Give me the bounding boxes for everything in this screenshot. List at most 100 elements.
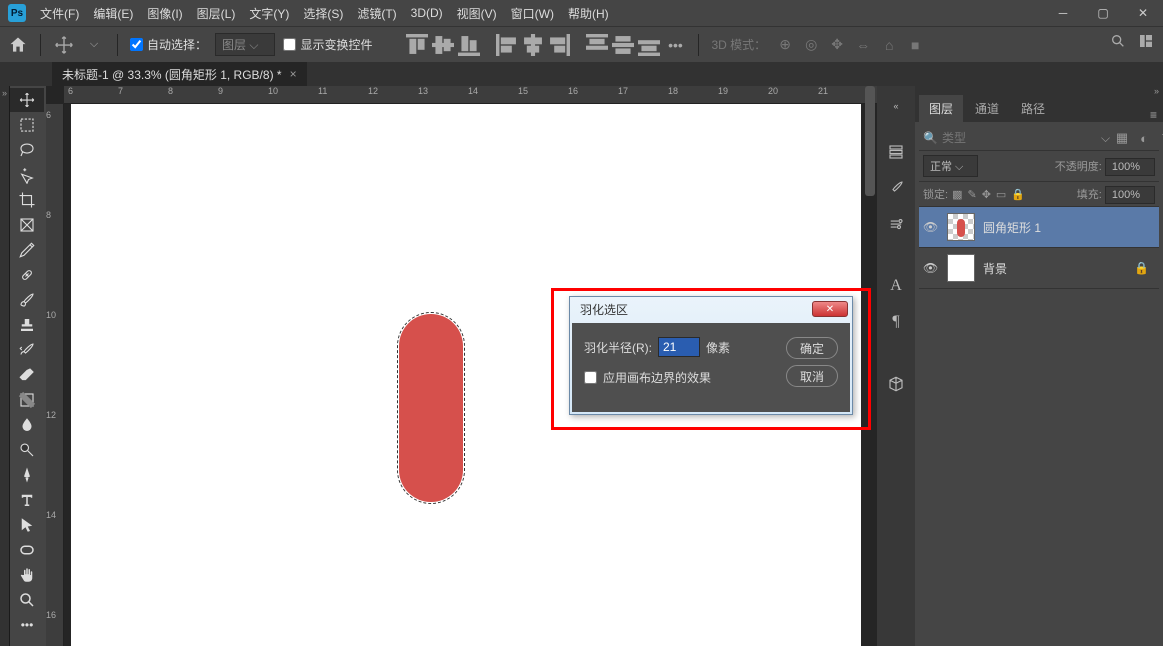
dialog-close-button[interactable]: ✕ bbox=[812, 301, 848, 317]
hand-tool[interactable] bbox=[10, 563, 44, 587]
3d-camera-icon[interactable]: ■ bbox=[904, 34, 926, 56]
layer-thumbnail[interactable] bbox=[947, 213, 975, 241]
auto-select-target[interactable]: 图层 ⌵ bbox=[215, 33, 275, 56]
ok-button[interactable]: 确定 bbox=[786, 337, 838, 359]
align-right-icon[interactable] bbox=[548, 34, 570, 56]
move-tool[interactable] bbox=[10, 88, 44, 112]
menu-image[interactable]: 图像(I) bbox=[147, 5, 182, 22]
menu-filter[interactable]: 滤镜(T) bbox=[357, 5, 396, 22]
lasso-tool[interactable] bbox=[10, 138, 44, 162]
apply-canvas-checkbox[interactable]: 应用画布边界的效果 bbox=[584, 369, 776, 386]
layer-filter-input[interactable] bbox=[942, 131, 1097, 145]
3d-orbit-icon[interactable]: ⊕ bbox=[774, 34, 796, 56]
panel-menu-icon[interactable]: ≡ bbox=[1150, 108, 1157, 122]
window-maximize[interactable]: ▢ bbox=[1083, 0, 1123, 26]
3d-panel-icon[interactable] bbox=[884, 372, 908, 396]
layer-thumbnail[interactable] bbox=[947, 254, 975, 282]
align-left-icon[interactable] bbox=[496, 34, 518, 56]
quick-select-tool[interactable] bbox=[10, 163, 44, 187]
window-close[interactable]: ✕ bbox=[1123, 0, 1163, 26]
rounded-rect-shape[interactable] bbox=[399, 314, 463, 502]
auto-select-checkbox[interactable]: 自动选择： bbox=[130, 36, 207, 53]
lock-all-icon[interactable]: 🔒 bbox=[1011, 188, 1025, 201]
dock-expand-icon[interactable]: « bbox=[884, 94, 908, 118]
menu-view[interactable]: 视图(V) bbox=[457, 5, 497, 22]
dist-vcenter-icon[interactable] bbox=[612, 34, 634, 56]
document-tab[interactable]: 未标题-1 @ 33.3% (圆角矩形 1, RGB/8) * × bbox=[52, 62, 307, 87]
more-tools[interactable]: ••• bbox=[10, 613, 44, 637]
radius-input[interactable] bbox=[658, 337, 700, 357]
marquee-tool[interactable] bbox=[10, 113, 44, 137]
gradient-tool[interactable] bbox=[10, 388, 44, 412]
dist-bottom-icon[interactable] bbox=[638, 34, 660, 56]
3d-pan-icon[interactable]: ✥ bbox=[826, 34, 848, 56]
cancel-button[interactable]: 取消 bbox=[786, 365, 838, 387]
menu-3d[interactable]: 3D(D) bbox=[411, 6, 443, 20]
align-hcenter-icon[interactable] bbox=[522, 34, 544, 56]
move-tool-icon[interactable] bbox=[53, 34, 75, 56]
dist-top-icon[interactable] bbox=[586, 34, 608, 56]
pen-tool[interactable] bbox=[10, 463, 44, 487]
menu-layer[interactable]: 图层(L) bbox=[197, 5, 236, 22]
lock-brush-icon[interactable]: ✎ bbox=[967, 188, 976, 201]
properties-panel-icon[interactable] bbox=[884, 212, 908, 236]
vertical-scrollbar[interactable] bbox=[865, 86, 875, 196]
filter-type-icon[interactable]: T bbox=[1158, 130, 1163, 146]
filter-adjust-icon[interactable]: ◐ bbox=[1136, 130, 1152, 146]
tab-layers[interactable]: 图层 bbox=[919, 95, 963, 122]
more-align-icon[interactable]: ••• bbox=[664, 34, 686, 56]
search-icon[interactable] bbox=[1105, 28, 1131, 54]
lock-icon[interactable]: 🔒 bbox=[1134, 261, 1149, 275]
align-bottom-icon[interactable] bbox=[458, 34, 480, 56]
brushes-panel-icon[interactable] bbox=[884, 176, 908, 200]
shape-tool[interactable] bbox=[10, 538, 44, 562]
panel-collapse-icon[interactable]: » bbox=[1154, 86, 1159, 96]
healing-tool[interactable] bbox=[10, 263, 44, 287]
menu-window[interactable]: 窗口(W) bbox=[511, 5, 554, 22]
tab-close-icon[interactable]: × bbox=[290, 67, 297, 81]
layer-row[interactable]: 👁 背景 🔒 bbox=[919, 248, 1159, 289]
character-panel-icon[interactable]: A bbox=[884, 274, 908, 298]
feather-dialog[interactable]: 羽化选区 ✕ 羽化半径(R): 像素 应用画布边界的效果 确定 bbox=[569, 296, 853, 415]
menu-help[interactable]: 帮助(H) bbox=[568, 5, 609, 22]
home-icon[interactable] bbox=[8, 35, 28, 55]
opacity-input[interactable]: 100% bbox=[1105, 158, 1155, 176]
lock-move-icon[interactable]: ✥ bbox=[982, 188, 991, 201]
filter-pixel-icon[interactable]: ▦ bbox=[1114, 130, 1130, 146]
menu-type[interactable]: 文字(Y) bbox=[249, 5, 289, 22]
3d-zoom-icon[interactable]: ⌂ bbox=[878, 34, 900, 56]
3d-roll-icon[interactable]: ◎ bbox=[800, 34, 822, 56]
visibility-icon[interactable]: 👁 bbox=[923, 220, 939, 234]
history-brush-tool[interactable] bbox=[10, 338, 44, 362]
align-top-icon[interactable] bbox=[406, 34, 428, 56]
stamp-tool[interactable] bbox=[10, 313, 44, 337]
menu-select[interactable]: 选择(S) bbox=[303, 5, 343, 22]
path-select-tool[interactable] bbox=[10, 513, 44, 537]
window-minimize[interactable]: ─ bbox=[1043, 0, 1083, 26]
history-panel-icon[interactable] bbox=[884, 140, 908, 164]
fill-input[interactable]: 100% bbox=[1105, 186, 1155, 204]
eraser-tool[interactable] bbox=[10, 363, 44, 387]
tab-paths[interactable]: 路径 bbox=[1011, 95, 1055, 122]
workspace-icon[interactable] bbox=[1133, 28, 1159, 54]
blend-mode-select[interactable]: 正常 ⌵ bbox=[923, 155, 978, 177]
menu-file[interactable]: 文件(F) bbox=[40, 5, 79, 22]
brush-tool[interactable] bbox=[10, 288, 44, 312]
lock-transparent-icon[interactable]: ▩ bbox=[952, 188, 962, 201]
lock-artboard-icon[interactable]: ▭ bbox=[996, 188, 1006, 201]
zoom-tool[interactable] bbox=[10, 588, 44, 612]
frame-tool[interactable] bbox=[10, 213, 44, 237]
dropdown-arrow[interactable]: ⌵ bbox=[83, 34, 105, 56]
dodge-tool[interactable] bbox=[10, 438, 44, 462]
paragraph-panel-icon[interactable]: ¶ bbox=[884, 310, 908, 334]
tool-expand-icon[interactable]: » bbox=[0, 86, 10, 646]
layer-row[interactable]: 👁 圆角矩形 1 bbox=[919, 207, 1159, 248]
type-tool[interactable] bbox=[10, 488, 44, 512]
eyedropper-tool[interactable] bbox=[10, 238, 44, 262]
menu-edit[interactable]: 编辑(E) bbox=[93, 5, 133, 22]
align-vcenter-icon[interactable] bbox=[432, 34, 454, 56]
3d-slide-icon[interactable]: ⇔ bbox=[852, 34, 874, 56]
visibility-icon[interactable]: 👁 bbox=[923, 261, 939, 275]
crop-tool[interactable] bbox=[10, 188, 44, 212]
tab-channels[interactable]: 通道 bbox=[965, 95, 1009, 122]
